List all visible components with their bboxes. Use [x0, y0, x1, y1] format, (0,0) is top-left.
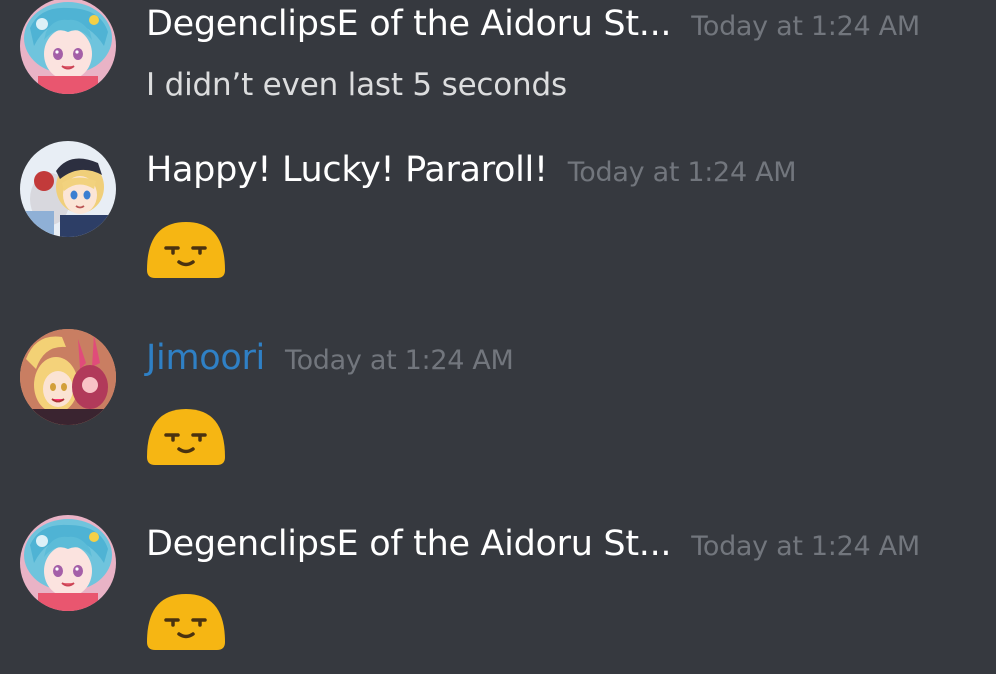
username[interactable]: DegenclipsE of the Aidoru St... [146, 524, 672, 564]
unamused-blob-emoji-icon [147, 222, 225, 278]
timestamp: Today at 1:24 AM [567, 157, 797, 188]
unamused-blob-emoji-icon [147, 594, 225, 650]
username[interactable]: Happy! Lucky! Pararoll! [146, 150, 548, 190]
username[interactable]: Jimoori [146, 338, 265, 378]
timestamp: Today at 1:24 AM [691, 11, 920, 42]
timestamp: Today at 1:24 AM [284, 345, 514, 376]
blonde-anime-avatar-icon [20, 141, 116, 237]
avatar[interactable] [20, 515, 116, 611]
avatar[interactable] [20, 141, 116, 237]
blue-hair-anime-avatar-icon [20, 515, 116, 611]
unamused-blob-emoji-icon [147, 409, 225, 465]
message-text: I didn’t even last 5 seconds [146, 67, 567, 103]
timestamp: Today at 1:24 AM [691, 531, 920, 562]
avatar[interactable] [20, 0, 116, 94]
pink-anime-avatar-icon [20, 329, 116, 425]
avatar[interactable] [20, 329, 116, 425]
username[interactable]: DegenclipsE of the Aidoru St... [146, 4, 672, 44]
blue-hair-anime-avatar-icon [20, 0, 116, 94]
